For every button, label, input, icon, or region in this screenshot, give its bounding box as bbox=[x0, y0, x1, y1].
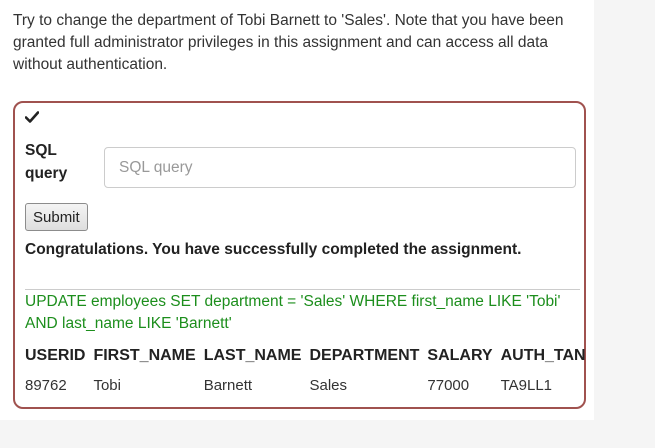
cell-salary: 77000 bbox=[427, 376, 470, 394]
column-header: SALARY bbox=[427, 347, 493, 364]
table-row: 89762 Tobi Barnett Sales 77000 TA9LL1 bbox=[25, 369, 594, 401]
sql-query-label-text: SQL query bbox=[25, 142, 68, 182]
submit-button[interactable]: Submit bbox=[25, 203, 88, 231]
sql-query-label: SQL query bbox=[25, 139, 81, 185]
results-table: USERID FIRST_NAME LAST_NAME DEPARTMENT S… bbox=[25, 343, 594, 401]
sql-query-input[interactable] bbox=[104, 147, 576, 188]
query-output: UPDATE employees SET department = 'Sales… bbox=[25, 289, 580, 335]
cell-first-name: Tobi bbox=[93, 376, 121, 394]
cell-department: Sales bbox=[309, 376, 347, 394]
column-header: FIRST_NAME bbox=[93, 347, 196, 364]
assignment-panel: Try to change the department of Tobi Bar… bbox=[0, 0, 594, 420]
cell-userid: 89762 bbox=[25, 376, 67, 394]
results-header-row: USERID FIRST_NAME LAST_NAME DEPARTMENT S… bbox=[25, 343, 594, 369]
checkmark-icon bbox=[25, 111, 39, 123]
feedback-message: Congratulations. You have successfully c… bbox=[25, 241, 522, 258]
assignment-instructions: Try to change the department of Tobi Bar… bbox=[13, 12, 564, 73]
cell-last-name: Barnett bbox=[203, 376, 253, 394]
column-header: LAST_NAME bbox=[203, 347, 302, 364]
column-header: USERID bbox=[25, 347, 86, 364]
attack-container: SQL query Submit Congratulations. You ha… bbox=[13, 101, 586, 409]
cell-auth-tan: TA9LL1 bbox=[500, 376, 553, 394]
column-header: AUTH_TAN bbox=[500, 347, 586, 364]
column-header: DEPARTMENT bbox=[309, 347, 420, 364]
